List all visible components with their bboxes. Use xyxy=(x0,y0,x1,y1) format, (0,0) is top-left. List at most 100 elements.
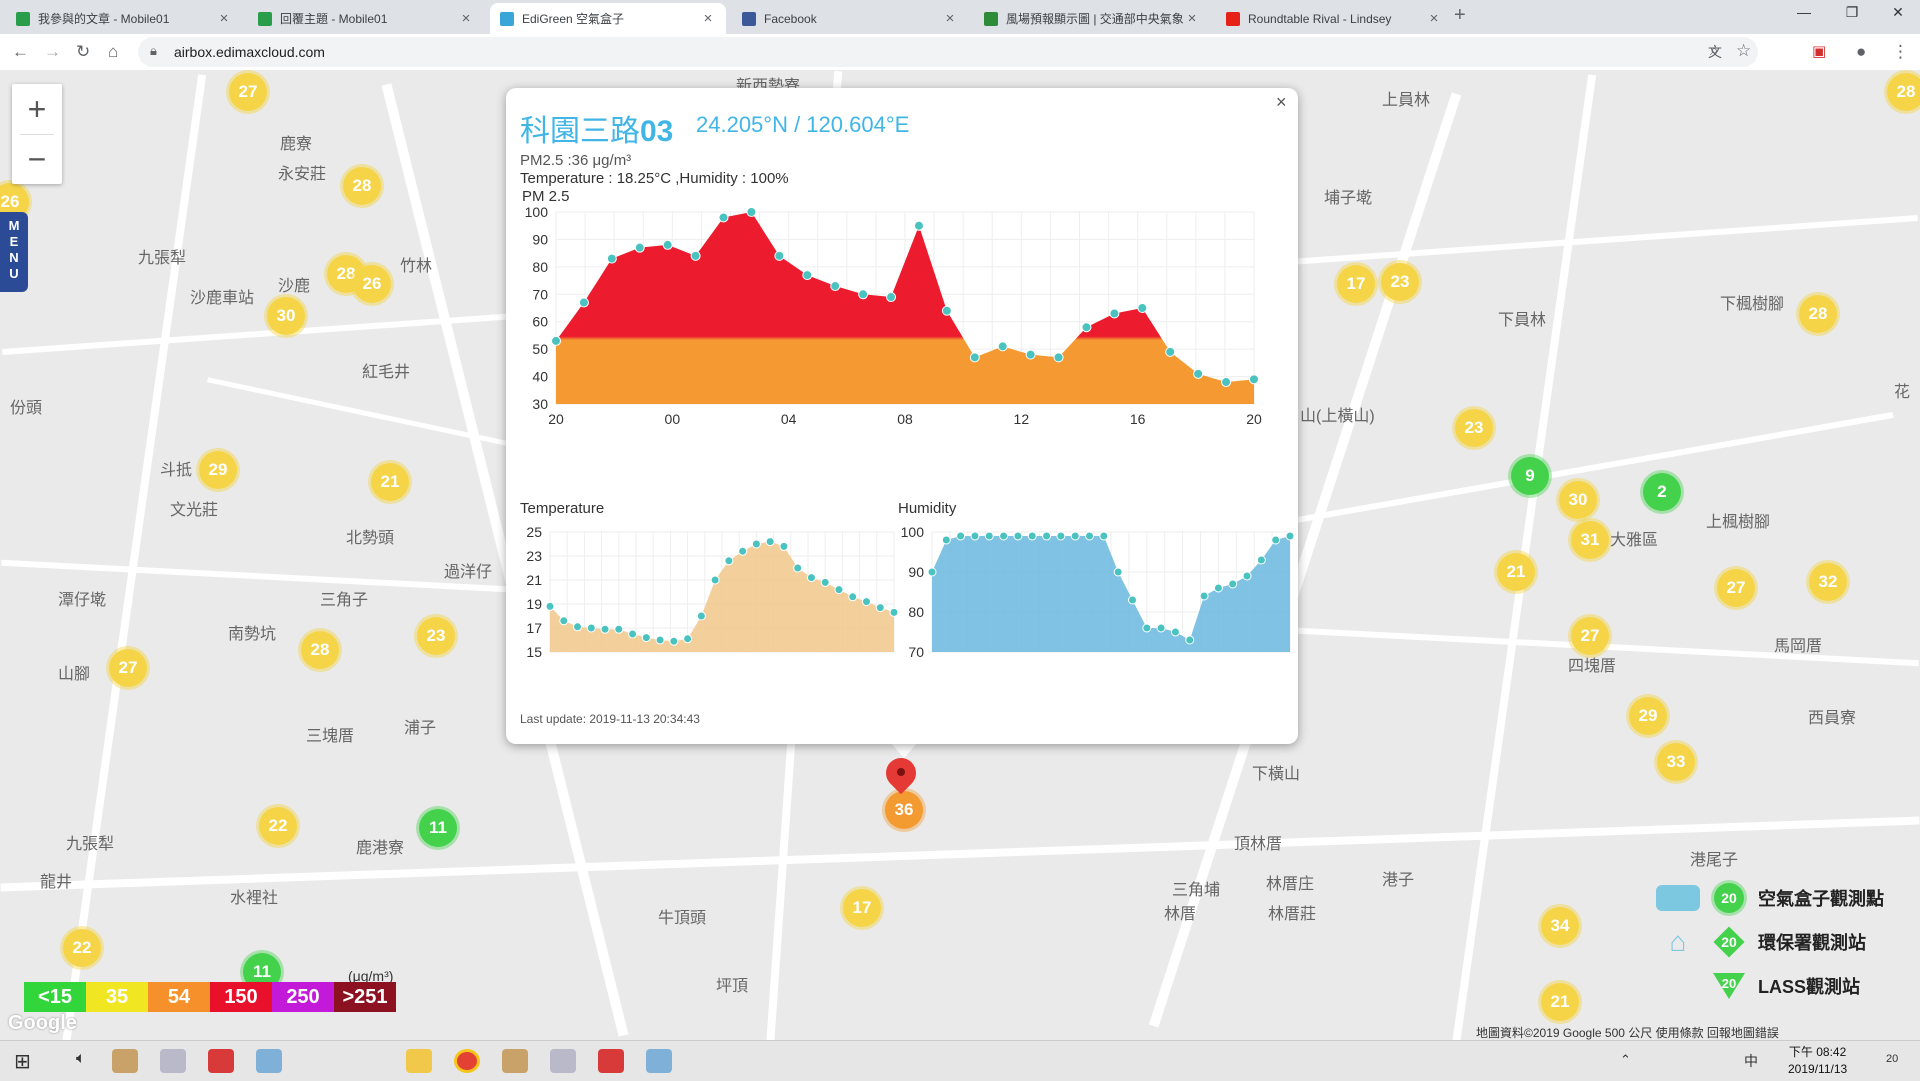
data-point xyxy=(662,239,673,250)
app-icon-1[interactable] xyxy=(112,1049,138,1073)
app-icon-7[interactable] xyxy=(598,1049,624,1073)
chrome-icon[interactable] xyxy=(454,1049,480,1073)
taskbar-clock[interactable]: 下午 08:42 2019/11/13 xyxy=(1788,1044,1847,1078)
airbox-marker[interactable]: 36 xyxy=(885,791,923,829)
map-attribution[interactable]: 地圖資料©2019 Google 500 公尺 使用條款 回報地圖錯誤 xyxy=(1476,1024,1779,1040)
airbox-marker[interactable]: 21 xyxy=(371,463,409,501)
browser-tab[interactable]: 風場預報顯示圖 | 交通部中央氣象局 × xyxy=(974,3,1210,34)
data-point xyxy=(641,633,651,643)
airbox-marker[interactable]: 34 xyxy=(1541,907,1579,945)
y-tick-label: 19 xyxy=(526,596,542,612)
airbox-marker[interactable]: 27 xyxy=(229,73,267,111)
browser-toolbar: ← → ↻ ⌂ 🔒︎ airbox.edimaxcloud.com ⌕ ☆ 文 … xyxy=(0,34,1920,71)
data-point xyxy=(683,634,693,644)
airbox-marker[interactable]: 30 xyxy=(1559,481,1597,519)
airbox-marker[interactable]: 27 xyxy=(109,649,147,687)
airbox-marker[interactable]: 33 xyxy=(1657,743,1695,781)
airbox-marker[interactable]: 2 xyxy=(1643,473,1681,511)
popup-close-button[interactable]: × xyxy=(1276,92,1287,113)
tab-close-icon[interactable]: × xyxy=(700,10,716,27)
ime-indicator[interactable]: 中 xyxy=(1744,1051,1758,1071)
minimize-button[interactable]: — xyxy=(1782,4,1826,20)
new-tab-button[interactable]: + xyxy=(1454,4,1466,27)
data-point xyxy=(634,242,645,253)
data-point xyxy=(1056,531,1066,541)
airbox-marker[interactable]: 23 xyxy=(1381,263,1419,301)
airbox-marker[interactable]: 17 xyxy=(843,889,881,927)
url-text[interactable]: airbox.edimaxcloud.com xyxy=(174,44,325,60)
address-bar[interactable]: 🔒︎ airbox.edimaxcloud.com ⌕ ☆ xyxy=(138,37,1758,67)
app-icon-2[interactable] xyxy=(160,1049,186,1073)
airbox-marker[interactable]: 29 xyxy=(199,451,237,489)
airbox-marker[interactable]: 28 xyxy=(343,167,381,205)
extension-icon[interactable]: ▣ xyxy=(1812,42,1826,60)
data-point xyxy=(1013,531,1023,541)
x-tick-label: 00 xyxy=(665,411,681,427)
airbox-marker[interactable]: 29 xyxy=(1629,697,1667,735)
menu-tab[interactable]: MENU xyxy=(0,212,28,292)
airbox-marker[interactable]: 11 xyxy=(419,809,457,847)
browser-tab[interactable]: Facebook × xyxy=(732,3,968,34)
data-point xyxy=(545,601,555,611)
map-place-label: 沙鹿 xyxy=(278,278,311,295)
zoom-in-button[interactable]: + xyxy=(12,84,62,134)
close-window-button[interactable]: ✕ xyxy=(1876,4,1920,21)
data-point xyxy=(690,250,701,261)
notification-count[interactable]: 20 xyxy=(1886,1053,1898,1065)
airbox-marker[interactable]: 9 xyxy=(1511,457,1549,495)
app-icon-5[interactable] xyxy=(502,1049,528,1073)
airbox-marker[interactable]: 22 xyxy=(63,929,101,967)
airbox-marker[interactable]: 27 xyxy=(1571,617,1609,655)
browser-tab[interactable]: 我參與的文章 - Mobile01 × xyxy=(6,3,242,34)
volume-app-icon[interactable]: 🔈︎ xyxy=(76,1050,86,1068)
airbox-marker[interactable]: 22 xyxy=(259,807,297,845)
map-place-label: 四塊厝 xyxy=(1568,658,1617,675)
legend-airbox-row: 20 空氣盒子觀測點 xyxy=(1656,878,1884,918)
account-icon[interactable]: ● xyxy=(1856,42,1866,62)
airbox-marker[interactable]: 28 xyxy=(301,631,339,669)
popup-tail xyxy=(890,742,918,758)
airbox-marker[interactable]: 21 xyxy=(1541,983,1579,1021)
tab-close-icon[interactable]: × xyxy=(458,10,474,27)
y-tick-label: 15 xyxy=(526,644,542,660)
windows-start-icon[interactable]: ⊞ xyxy=(14,1049,31,1074)
map-place-label: 南勢坑 xyxy=(228,626,277,643)
zoom-out-button[interactable]: − xyxy=(12,134,62,184)
browser-tab[interactable]: 回覆主題 - Mobile01 × xyxy=(248,3,484,34)
airbox-marker[interactable]: 23 xyxy=(1455,409,1493,447)
star-icon[interactable]: ☆ xyxy=(1736,41,1751,61)
airbox-marker[interactable]: 31 xyxy=(1571,521,1609,559)
airbox-marker[interactable]: 28 xyxy=(1799,295,1837,333)
airbox-marker[interactable]: 27 xyxy=(1717,569,1755,607)
reload-icon[interactable]: ↻ xyxy=(76,42,90,62)
airbox-marker[interactable]: 30 xyxy=(267,297,305,335)
app-icon-6[interactable] xyxy=(550,1049,576,1073)
airbox-marker[interactable]: 28 xyxy=(1887,73,1920,111)
translate-icon[interactable]: 文 xyxy=(1708,42,1722,62)
app-icon-3[interactable] xyxy=(208,1049,234,1073)
back-icon[interactable]: ← xyxy=(12,42,29,62)
home-icon[interactable]: ⌂ xyxy=(108,42,118,62)
more-icon[interactable]: ⋮ xyxy=(1892,42,1909,62)
airbox-marker[interactable]: 17 xyxy=(1337,265,1375,303)
app-icon-4[interactable] xyxy=(256,1049,282,1073)
tab-close-icon[interactable]: × xyxy=(1426,10,1442,27)
app-icon-8[interactable] xyxy=(646,1049,672,1073)
tray-chevron-icon[interactable]: ⌃ xyxy=(1620,1052,1631,1068)
forward-icon[interactable]: → xyxy=(44,42,61,62)
browser-tab[interactable]: Roundtable Rival - Lindsey × xyxy=(1216,3,1452,34)
tab-close-icon[interactable]: × xyxy=(1184,10,1200,27)
map-place-label: 埔子墘 xyxy=(1324,190,1373,207)
browser-tab[interactable]: EdiGreen 空氣盒子 × xyxy=(490,3,726,34)
data-point xyxy=(1156,623,1166,633)
airbox-marker[interactable]: 23 xyxy=(417,617,455,655)
tab-close-icon[interactable]: × xyxy=(942,10,958,27)
airbox-marker[interactable]: 21 xyxy=(1497,553,1535,591)
airbox-marker[interactable]: 26 xyxy=(353,265,391,303)
airbox-marker[interactable]: 32 xyxy=(1809,563,1847,601)
tab-close-icon[interactable]: × xyxy=(216,10,232,27)
restore-button[interactable]: ❐ xyxy=(1830,4,1874,21)
file-explorer-icon[interactable] xyxy=(406,1049,432,1073)
data-point xyxy=(1271,535,1281,545)
map-place-label: 港尾子 xyxy=(1690,852,1739,869)
